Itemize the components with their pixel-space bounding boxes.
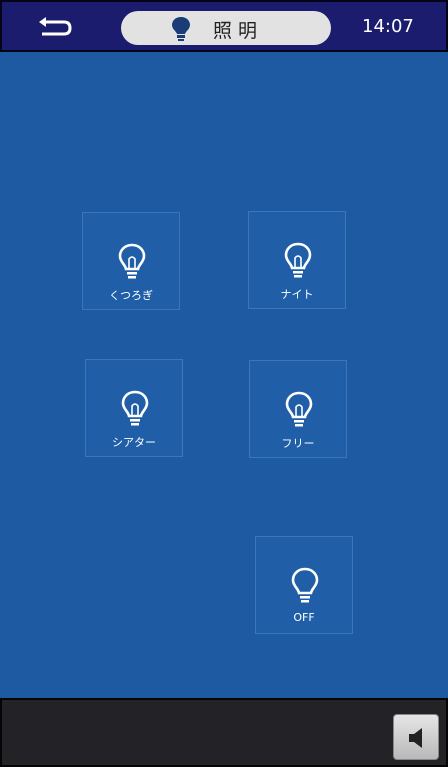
scene-button-kutsurogi[interactable]: くつろぎ [82,212,180,310]
scene-label: くつろぎ [109,289,153,302]
scene-button-off[interactable]: OFF [255,536,353,634]
volume-button[interactable] [393,714,439,760]
speaker-icon [409,728,422,748]
lightbulb-icon [285,391,313,427]
scene-label: ナイト [280,288,314,301]
lightbulb-icon [291,567,319,603]
lightbulb-icon [118,243,146,279]
title-pill: 照明 [121,11,331,45]
lightbulb-icon [172,17,190,41]
clock: 14:07 [362,16,414,37]
lightbulb-icon [284,242,312,278]
scene-label: OFF [293,611,315,624]
scene-label: フリー [281,437,315,450]
footer-bar [0,698,448,767]
page-title: 照明 [213,20,264,42]
scene-button-theater[interactable]: シアター [85,359,183,457]
scene-label: シアター [112,436,156,449]
scene-button-free[interactable]: フリー [249,360,347,458]
scene-panel: くつろぎ ナイト シアター フリー OFF [0,52,448,698]
back-arrow-icon [39,17,72,36]
header-bar: 照明 14:07 [0,0,448,52]
back-button[interactable] [36,12,76,42]
scene-button-night[interactable]: ナイト [248,211,346,309]
lightbulb-icon [121,390,149,426]
